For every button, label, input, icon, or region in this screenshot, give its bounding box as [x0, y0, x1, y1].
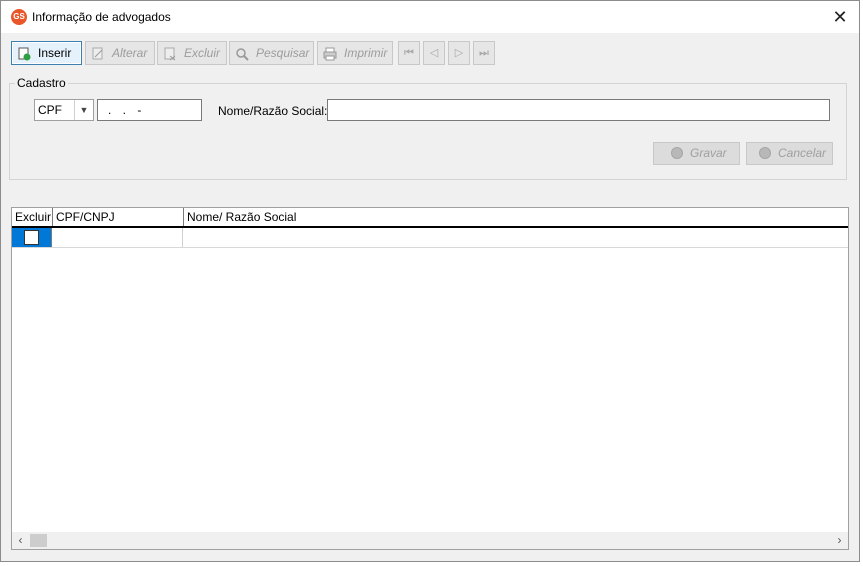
nome-label: Nome/Razão Social: [218, 104, 328, 118]
inserir-button[interactable]: Inserir [11, 41, 82, 65]
title-bar: GS Informação de advogados ✕ [1, 1, 859, 33]
excluir-label: Excluir [184, 46, 221, 60]
cancel-circle-icon [759, 147, 771, 159]
doc-type-value: CPF [38, 103, 62, 117]
nome-field[interactable] [327, 99, 830, 121]
alterar-label: Alterar [112, 46, 148, 60]
cancelar-button[interactable]: Cancelar [746, 142, 833, 165]
gravar-button[interactable]: Gravar [653, 142, 740, 165]
grid-header: Excluir CPF/CNPJ Nome/ Razão Social [12, 208, 848, 228]
chevron-down-icon[interactable]: ▼ [74, 100, 93, 120]
column-header-cpf-cnpj[interactable]: CPF/CNPJ [53, 208, 184, 226]
cadastro-title: Cadastro [15, 76, 68, 90]
doc-number-field[interactable]: . . - [97, 99, 202, 121]
inserir-label: Inserir [38, 46, 72, 60]
nav-last-button[interactable]: ⏭ [473, 41, 495, 65]
search-icon [235, 46, 249, 61]
gs-app-icon: GS [11, 9, 27, 25]
doc-number-value: . . - [108, 103, 146, 117]
insert-icon [17, 46, 31, 61]
edit-icon [91, 46, 105, 60]
gravar-label: Gravar [690, 146, 727, 160]
imprimir-button[interactable]: Imprimir [317, 41, 393, 65]
scroll-left-icon[interactable]: ‹ [12, 532, 29, 549]
delete-icon [163, 46, 177, 61]
dialog-window: GS Informação de advogados ✕ Inserir Alt… [0, 0, 860, 562]
pesquisar-button[interactable]: Pesquisar [229, 41, 314, 65]
nav-next-button[interactable]: ▷ [448, 41, 470, 65]
nav-first-button[interactable]: ⏮ [398, 41, 420, 65]
horizontal-scrollbar[interactable]: ‹ › [12, 532, 848, 549]
imprimir-label: Imprimir [344, 46, 388, 60]
cancelar-label: Cancelar [778, 146, 827, 160]
nav-prev-button[interactable]: ◁ [423, 41, 445, 65]
window-title: Informação de advogados [32, 10, 171, 24]
column-header-excluir[interactable]: Excluir [12, 208, 53, 226]
alterar-button[interactable]: Alterar [85, 41, 155, 65]
column-header-nome[interactable]: Nome/ Razão Social [184, 208, 848, 226]
table-row[interactable] [12, 228, 848, 248]
scroll-right-icon[interactable]: › [831, 532, 848, 549]
excluir-checkbox[interactable] [24, 230, 39, 245]
close-button[interactable]: ✕ [829, 6, 851, 28]
excluir-cell[interactable] [12, 228, 52, 247]
print-icon [323, 46, 337, 61]
advogados-grid[interactable]: Excluir CPF/CNPJ Nome/ Razão Social ‹ › [11, 207, 849, 550]
excluir-button[interactable]: Excluir [157, 41, 227, 65]
cpf-cnpj-cell[interactable] [52, 228, 183, 247]
check-circle-icon [671, 147, 683, 159]
doc-type-select[interactable]: CPF ▼ [34, 99, 94, 121]
scroll-thumb[interactable] [30, 534, 47, 547]
cadastro-group [9, 83, 847, 180]
pesquisar-label: Pesquisar [256, 46, 310, 60]
